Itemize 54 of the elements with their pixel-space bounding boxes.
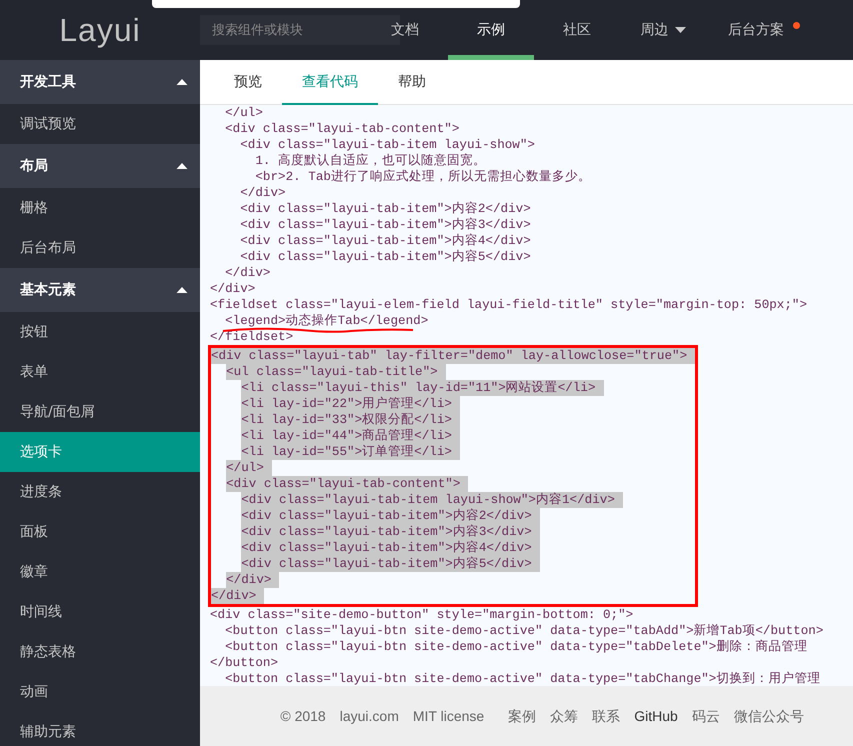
footer-link[interactable]: 微信公众号 — [734, 706, 804, 726]
footer-link[interactable]: 案例 — [508, 706, 536, 726]
group-label: 基本元素 — [20, 280, 76, 300]
code-line: <button class="layui-btn site-demo-active" data-type="tabAdd">新增Tab项</button> — [225, 623, 824, 639]
code-line: <div class="layui-tab-item">内容5</div> — [240, 249, 531, 265]
code-line: <button class="layui-btn site-demo-active" data-type="tabDelete">删除：商品管理 — [225, 639, 808, 655]
sidebar-item[interactable]: 栅格 — [0, 188, 200, 228]
tab[interactable]: 预览 — [214, 60, 282, 104]
sidebar-item[interactable]: 时间线 — [0, 592, 200, 632]
tab[interactable]: 查看代码 — [282, 60, 378, 104]
code-line: <div class="site-demo-button" style="margin-bottom: 0;"> — [210, 607, 634, 623]
logo[interactable]: Layui — [0, 6, 200, 54]
sidebar-item[interactable]: 调试预览 — [0, 104, 200, 144]
code-line: <fieldset class="layui-elem-field layui-field-title" style="margin-top: 50px;"> — [210, 297, 808, 313]
nav-link[interactable]: 示例 — [448, 0, 534, 60]
code-line: </ul> — [225, 105, 263, 121]
code-line: <div class="layui-tab-item">内容4</div> — [240, 233, 531, 249]
sidebar-item[interactable]: 徽章 — [0, 552, 200, 592]
footer-link[interactable]: GitHub — [634, 706, 678, 726]
sidebar-item[interactable]: 辅助元素 — [0, 712, 200, 746]
code-line: </div> — [225, 265, 270, 281]
sidebar-item[interactable]: 导航/面包屑 — [0, 392, 200, 432]
footer-link[interactable]: MIT license — [412, 706, 484, 726]
footer-link[interactable]: 联系 — [592, 706, 620, 726]
footer-link[interactable]: layui.com — [340, 706, 399, 726]
sidebar-item[interactable]: 动画 — [0, 672, 200, 712]
code-line: <div class="layui-tab-item layui-show"> — [240, 137, 535, 153]
group-label: 开发工具 — [20, 72, 76, 92]
code-line: </button> — [210, 655, 278, 671]
code-line: </div> — [240, 185, 286, 201]
code-line: </fieldset> — [210, 329, 294, 345]
nav-link[interactable]: 社区 — [534, 0, 620, 60]
code-line: <br>2. Tab进行了响应式处理，所以无需担心数量多少。 — [255, 169, 591, 185]
sidebar-item[interactable]: 表单 — [0, 352, 200, 392]
copyright-text: © 2018 — [280, 706, 326, 726]
footer-link[interactable]: 码云 — [692, 706, 720, 726]
sidebar-item[interactable]: 静态表格 — [0, 632, 200, 672]
sidebar-item[interactable]: 按钮 — [0, 312, 200, 352]
sidebar-item[interactable]: 面板 — [0, 512, 200, 552]
group-label: 布局 — [20, 156, 48, 176]
code-line: 1. 高度默认自适应，也可以随意固宽。 — [255, 153, 486, 169]
sidebar-item[interactable]: 选项卡 — [0, 432, 200, 472]
sidebar-item[interactable]: 进度条 — [0, 472, 200, 512]
sidebar-item[interactable]: 后台布局 — [0, 228, 200, 268]
code-line: <div class="layui-tab-content"> — [225, 121, 460, 137]
footer-link[interactable]: 众筹 — [550, 706, 578, 726]
nav-link[interactable]: 后台方案 — [706, 0, 806, 60]
nav-link[interactable]: 周边 — [620, 0, 706, 60]
code-line: </div> — [210, 281, 256, 297]
code-line: <legend>动态操作Tab</legend> — [225, 313, 428, 329]
code-line: <div class="layui-tab-item">内容3</div> — [240, 217, 531, 233]
code-line: <div class="layui-tab-item">内容2</div> — [240, 201, 531, 217]
code-line: <button class="layui-btn site-demo-active" data-type="tabChange">切换到：用户管理 — [225, 671, 820, 686]
tab[interactable]: 帮助 — [378, 60, 446, 104]
